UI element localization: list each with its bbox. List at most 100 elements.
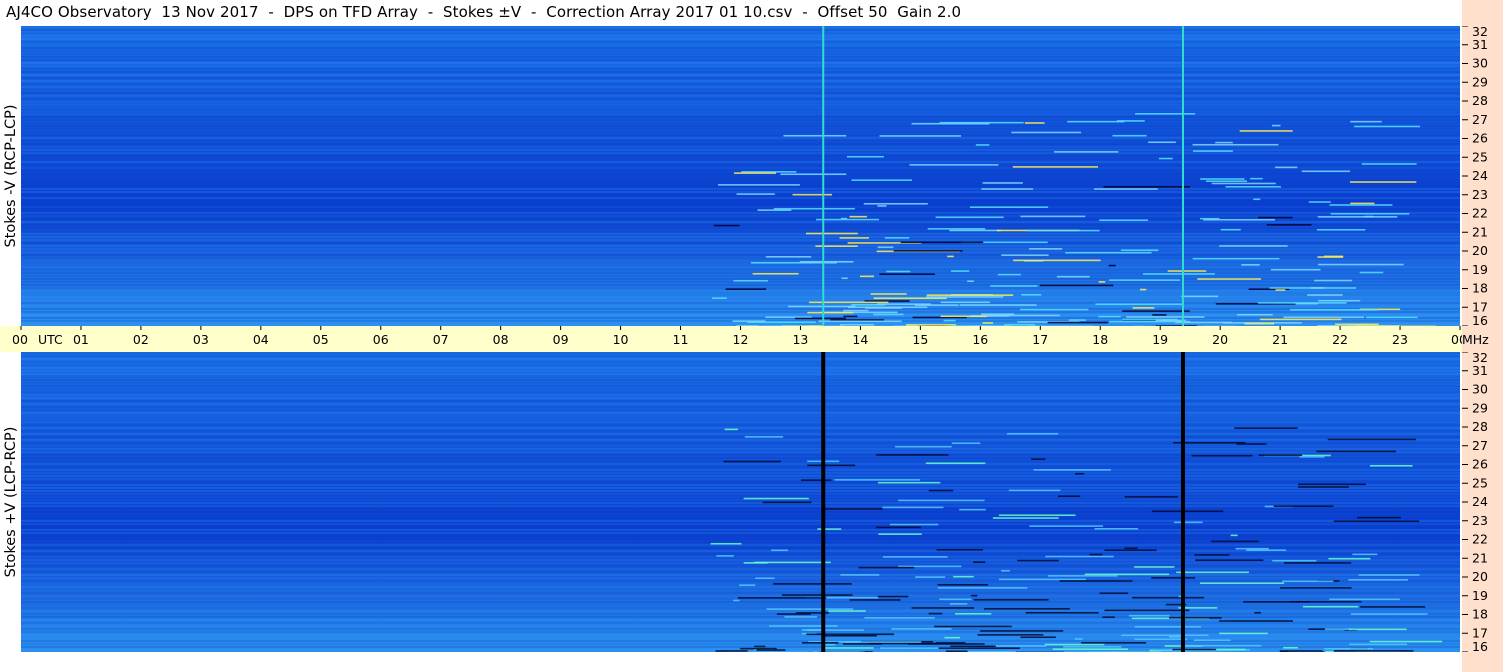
spectrogram-burst	[1192, 257, 1280, 260]
spectrogram-burst	[864, 617, 935, 619]
spectrogram-band	[21, 296, 1460, 298]
time-tick-label-10: 10	[613, 332, 629, 347]
spectrogram-burst	[1104, 549, 1157, 552]
spectrogram-burst	[939, 121, 1024, 124]
spectrogram-burst	[1328, 557, 1371, 560]
spectrogram-band	[21, 577, 1460, 579]
spectrogram-band	[21, 436, 1460, 438]
spectrogram-burst	[943, 319, 956, 322]
spectrogram-band	[21, 98, 1460, 100]
spectrogram-burst	[1203, 218, 1275, 221]
spectrogram-burst	[1139, 288, 1147, 291]
spectrogram-burst	[1283, 562, 1352, 564]
spectrogram-burst	[882, 556, 948, 558]
freq-tick-label-1-3: 19	[1472, 588, 1488, 603]
freq-tick-label-1-7: 23	[1472, 513, 1488, 528]
spectrogram-band	[21, 538, 1460, 540]
spectrogram-burst	[1020, 308, 1089, 311]
spectrogram-burst	[940, 301, 990, 304]
spectrogram-band	[21, 535, 1460, 537]
spectrogram-band	[21, 35, 1460, 37]
spectrogram-burst	[776, 613, 811, 615]
time-tick-label-21: 21	[1272, 332, 1288, 347]
time-tick-label-17: 17	[1032, 332, 1048, 347]
spectrogram-band	[21, 505, 1460, 507]
spectrogram-burst	[886, 270, 911, 273]
spectrogram-band	[21, 430, 1460, 432]
spectrogram-band	[21, 508, 1460, 510]
spectrogram-burst	[715, 650, 748, 652]
spectrogram-burst	[1259, 318, 1342, 321]
spectrogram-burst	[935, 216, 1004, 219]
spectrogram-burst	[773, 207, 855, 210]
spectrogram-burst	[1316, 450, 1396, 453]
panel-label-bottom: Stokes +V (LCP-RCP)	[0, 352, 22, 652]
spectrogram-burst	[1065, 251, 1152, 254]
spectrogram-burst	[1275, 289, 1286, 291]
freq-tick-label-0-5: 21	[1472, 224, 1488, 239]
time-tick-label-7: 07	[433, 332, 449, 347]
spectrogram-burst	[839, 237, 869, 239]
spectrogram-burst	[925, 462, 986, 465]
spectrogram-burst	[1174, 521, 1203, 524]
spectrogram-band	[21, 122, 1460, 124]
spectrogram-burst	[1361, 163, 1417, 165]
freq-axis-corner-mid: MHz	[1462, 326, 1503, 352]
spectrogram-burst	[1108, 264, 1116, 267]
freq-tick-label-0-13: 29	[1472, 74, 1488, 89]
spectrogram-burst	[725, 288, 767, 290]
spectrogram-burst	[877, 246, 894, 249]
spectrogram-burst	[1134, 625, 1201, 628]
spectrogram-burst	[1258, 454, 1303, 457]
spectrogram-burst	[1299, 456, 1325, 458]
spectrogram-burst	[898, 499, 985, 502]
freq-tick-label-0-2: 18	[1472, 281, 1488, 296]
spectrogram-band	[21, 592, 1460, 594]
spectrogram-band	[21, 101, 1460, 103]
spectrogram-burst	[1158, 157, 1173, 160]
time-tick-label-13: 13	[792, 332, 808, 347]
freq-tick-label-1-1: 17	[1472, 625, 1488, 640]
spectrogram-burst	[1124, 495, 1178, 498]
spectrogram-burst	[788, 305, 856, 308]
spectrogram-band	[21, 242, 1460, 244]
spectrogram-burst	[1178, 644, 1262, 647]
spectrogram-burst	[1266, 224, 1312, 226]
spectrogram-band	[21, 352, 1460, 354]
spectrogram-band	[21, 490, 1460, 492]
spectrogram-burst	[1084, 573, 1170, 576]
panel-label-bottom-text: Stokes +V (LCP-RCP)	[3, 426, 19, 578]
freq-tick-label-0-4: 20	[1472, 243, 1488, 258]
spectrogram-burst	[1056, 275, 1090, 278]
spectrogram-burst	[971, 594, 978, 597]
spectrogram-band	[21, 227, 1460, 229]
spectrogram-panel-bottom	[21, 352, 1460, 652]
spectrogram-burst	[879, 273, 935, 276]
freq-tick-label-0-15: 31	[1472, 37, 1488, 52]
spectrogram-band	[21, 188, 1460, 190]
spectrogram-burst	[757, 209, 792, 211]
spectrogram-burst	[1098, 315, 1121, 318]
spectrogram-burst	[817, 528, 842, 530]
time-unit-label: UTC	[38, 332, 63, 347]
freq-axis-bottom: 16 17 18 19 20 21 22 23 24 25 26 27 28 29 30 31 32	[1462, 350, 1503, 654]
spectrogram-band	[21, 445, 1460, 447]
spectrogram-burst	[895, 445, 952, 448]
spectrogram-band	[21, 152, 1460, 154]
spectrogram-burst	[1044, 643, 1105, 646]
spectrogram-band	[21, 305, 1460, 307]
time-axis: 00 01 02 03 04 05 06 07 08 09 10 11 12 13 14 15 16 17 18 19…	[0, 326, 1467, 352]
spectrogram-band	[21, 299, 1460, 301]
spectrogram-burst	[1045, 555, 1114, 558]
spectrogram-band	[21, 140, 1460, 142]
spectrogram-burst	[1169, 616, 1222, 619]
spectrogram-burst	[847, 306, 928, 309]
spectrogram-band	[21, 382, 1460, 384]
spectrogram-band	[21, 403, 1460, 405]
time-tick-label-4: 04	[253, 332, 269, 347]
spectrogram-burst	[973, 561, 986, 563]
spectrogram-band	[21, 622, 1460, 624]
spectrogram-burst	[1329, 598, 1400, 601]
freq-tick-label-0-8: 24	[1472, 168, 1488, 183]
spectrogram-burst	[1059, 580, 1133, 582]
